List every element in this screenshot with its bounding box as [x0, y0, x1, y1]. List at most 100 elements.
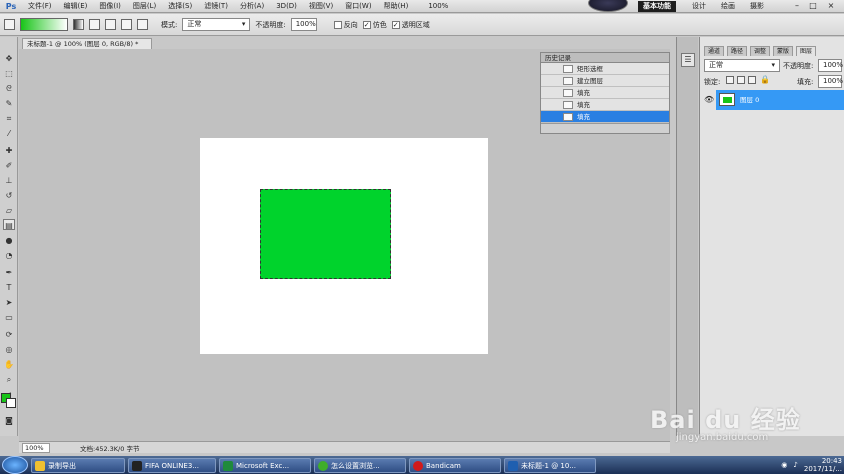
menu-analysis[interactable]: 分析(A): [234, 1, 270, 11]
mode-select[interactable]: 正常 ▾: [182, 18, 251, 31]
history-item[interactable]: 填充: [541, 87, 669, 99]
diamond-gradient-icon[interactable]: [137, 19, 148, 30]
workspace-design-button[interactable]: 设计: [687, 1, 711, 12]
history-item-label: 填充: [577, 101, 590, 109]
taskbar-item[interactable]: FIFA ONLINE3...: [128, 457, 216, 473]
browser-icon: [318, 460, 328, 471]
background-color-swatch[interactable]: [6, 398, 16, 408]
fifa-icon: [132, 460, 142, 471]
minimize-icon[interactable]: –: [790, 1, 804, 12]
transparency-label: 透明区域: [401, 20, 430, 29]
radial-gradient-icon[interactable]: [89, 19, 100, 30]
eyedropper-tool-icon[interactable]: ⁄: [3, 128, 15, 139]
blend-mode-select[interactable]: 正常 ▾: [704, 59, 780, 72]
opacity-input[interactable]: 100%: [290, 18, 317, 31]
volume-icon[interactable]: ♪: [793, 461, 797, 469]
move-tool-icon[interactable]: ✥: [3, 53, 15, 64]
eye-visibility-icon[interactable]: 👁: [704, 95, 714, 104]
dodge-tool-icon[interactable]: ◔: [3, 250, 15, 261]
taskbar-item[interactable]: Bandicam: [409, 457, 501, 473]
menu-file[interactable]: 文件(F): [22, 1, 58, 11]
healing-tool-icon[interactable]: ✚: [3, 145, 15, 156]
gradient-picker[interactable]: [20, 18, 68, 31]
type-tool-icon[interactable]: T: [3, 282, 15, 293]
zoom-tool-icon[interactable]: ⌕: [3, 374, 15, 385]
quick-select-tool-icon[interactable]: ✎: [3, 98, 15, 109]
menu-help[interactable]: 帮助(H): [378, 1, 415, 11]
lock-pixels-icon[interactable]: [737, 76, 745, 84]
pen-tool-icon[interactable]: ✒: [3, 267, 15, 278]
reflected-gradient-icon[interactable]: [121, 19, 132, 30]
taskbar-item[interactable]: 怎么设置浏览...: [314, 457, 406, 473]
hand-tool-icon[interactable]: ✋: [3, 359, 15, 370]
menu-edit[interactable]: 编辑(E): [58, 1, 94, 11]
blur-tool-icon[interactable]: ●: [3, 235, 15, 246]
start-button[interactable]: [2, 456, 28, 474]
menu-window[interactable]: 窗口(W): [339, 1, 377, 11]
tab-masks[interactable]: 蒙版: [773, 46, 794, 56]
status-bar: 100% 文档:452.3K/0 字节: [19, 441, 670, 453]
history-item-label: 矩形选框: [577, 65, 603, 73]
clock-date: 2017/11/...: [803, 465, 842, 473]
shape-tool-icon[interactable]: ▭: [3, 312, 15, 323]
close-icon[interactable]: ×: [824, 1, 838, 12]
layer-opacity-input[interactable]: 100%: [818, 59, 843, 72]
tab-paths[interactable]: 路径: [727, 46, 748, 56]
eraser-tool-icon[interactable]: ▱: [3, 205, 15, 216]
gradient-tool-icon[interactable]: ▤: [3, 219, 15, 230]
history-item[interactable]: 建立图层: [541, 75, 669, 87]
brush-tool-icon[interactable]: ✐: [3, 160, 15, 171]
document-tab[interactable]: 未标题-1 @ 100% (图层 0, RGB/8) *: [22, 38, 152, 49]
taskbar-item[interactable]: 录制导出: [31, 457, 125, 473]
marquee-tool-icon[interactable]: ⬚: [3, 68, 15, 79]
clock[interactable]: 20:43 2017/11/...: [804, 457, 842, 473]
blend-mode-value: 正常: [709, 61, 723, 69]
status-zoom-input[interactable]: 100%: [22, 442, 50, 453]
history-panel-icon[interactable]: ☰: [681, 53, 695, 67]
tab-layers[interactable]: 图层: [796, 46, 817, 56]
linear-gradient-icon[interactable]: [73, 19, 84, 30]
lock-transparency-icon[interactable]: [726, 76, 734, 84]
history-item[interactable]: 填充: [541, 99, 669, 111]
3d-orbit-icon[interactable]: ◎: [3, 344, 15, 355]
tab-adjustments[interactable]: 调整: [750, 46, 771, 56]
crop-tool-icon[interactable]: ⌗: [3, 113, 15, 124]
taskbar-item-active[interactable]: 未标题-1 @ 10...: [504, 457, 596, 473]
lasso-tool-icon[interactable]: ᘓ: [3, 83, 15, 94]
path-select-icon[interactable]: ➤: [3, 297, 15, 308]
green-filled-selection[interactable]: [260, 189, 391, 279]
transparency-checkbox[interactable]: ✓ 透明区域: [391, 20, 430, 30]
taskbar-item-label: 怎么设置浏览...: [331, 461, 380, 470]
angle-gradient-icon[interactable]: [105, 19, 116, 30]
workspace-draw-button[interactable]: 绘画: [716, 1, 740, 12]
dither-checkbox[interactable]: ✓ 仿色: [362, 20, 387, 30]
zoom-level[interactable]: 100%: [428, 2, 448, 10]
photoshop-icon: [508, 460, 518, 471]
history-brush-icon[interactable]: ↺: [3, 190, 15, 201]
menu-filter[interactable]: 滤镜(T): [198, 1, 234, 11]
reverse-checkbox[interactable]: 反向: [333, 20, 358, 30]
menu-image[interactable]: 图像(I): [93, 1, 127, 11]
stamp-tool-icon[interactable]: ⊥: [3, 175, 15, 186]
history-item-active[interactable]: 填充: [541, 111, 669, 123]
network-icon[interactable]: ◉: [781, 461, 787, 469]
workspace-photo-button[interactable]: 摄影: [745, 1, 769, 12]
quick-mask-icon[interactable]: ◙: [3, 415, 15, 426]
lock-label: 锁定:: [704, 78, 721, 86]
app-icon: Ps: [5, 1, 17, 11]
layer-row[interactable]: 图层 0: [716, 90, 844, 110]
menu-view[interactable]: 视图(V): [303, 1, 339, 11]
menu-layer[interactable]: 图层(L): [127, 1, 162, 11]
3d-rotate-icon[interactable]: ⟳: [3, 329, 15, 340]
lock-all-icon[interactable]: 🔒: [760, 75, 770, 84]
fill-input[interactable]: 100%: [818, 75, 843, 88]
menu-3d[interactable]: 3D(D): [270, 2, 303, 10]
workspace-basic-button[interactable]: 基本功能: [638, 1, 676, 12]
tab-channels[interactable]: 通道: [704, 46, 725, 56]
menu-select[interactable]: 选择(S): [162, 1, 198, 11]
restore-icon[interactable]: □: [806, 1, 820, 12]
lock-position-icon[interactable]: [748, 76, 756, 84]
taskbar-item[interactable]: Microsoft Exc...: [219, 457, 311, 473]
gradient-tool-icon[interactable]: [4, 19, 15, 30]
history-item[interactable]: 矩形选框: [541, 63, 669, 75]
